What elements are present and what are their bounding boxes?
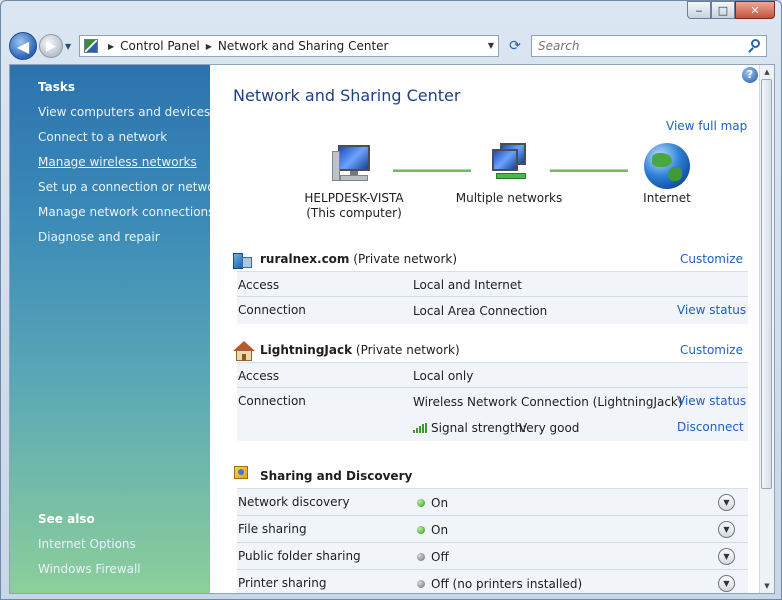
status-on-icon	[417, 526, 425, 534]
see-also-heading: See also	[38, 512, 95, 526]
divider	[237, 387, 748, 388]
network-discovery-status: On	[431, 496, 449, 510]
connection-label: Connection	[238, 394, 306, 408]
content-area: Tasks View computers and devices Connect…	[9, 64, 775, 594]
task-manage-network-connections[interactable]: Manage network connections	[38, 205, 214, 219]
signal-strength-label: Signal strength:	[431, 421, 527, 435]
expand-network-discovery-button[interactable]: ▼	[718, 494, 735, 511]
network-1-header: ruralnex.com (Private network)	[260, 252, 457, 266]
multiple-networks-label: Multiple networks	[455, 191, 563, 205]
home-network-icon	[233, 341, 255, 361]
network-icon	[233, 251, 253, 269]
signal-strength-icon	[413, 423, 427, 433]
divider	[237, 542, 748, 543]
divider	[237, 569, 748, 570]
chevron-right-icon[interactable]: ▶	[108, 42, 114, 51]
connection-value[interactable]: Wireless Network Connection (LightningJa…	[413, 395, 683, 409]
signal-strength-value: Very good	[519, 421, 580, 435]
see-also-windows-firewall[interactable]: Windows Firewall	[38, 562, 141, 576]
computer-name: HELPDESK-VISTA	[304, 191, 404, 205]
breadcrumb-control-panel[interactable]: Control Panel	[120, 39, 200, 53]
printer-sharing-label: Printer sharing	[238, 576, 327, 590]
window: ‒ □ ✕ ◀ ▶ ▼ ▶ Control Panel ▶ Network an…	[0, 0, 782, 600]
scroll-down-icon[interactable]: ▼	[760, 579, 774, 593]
printer-sharing-status: Off (no printers installed)	[431, 577, 583, 591]
address-dropdown-icon[interactable]: ▼	[488, 41, 494, 50]
computer-sublabel: (This computer)	[306, 206, 402, 220]
connection-label: Connection	[238, 303, 306, 317]
computer-icon[interactable]	[332, 145, 372, 185]
connection-value[interactable]: Local Area Connection	[413, 304, 547, 318]
customize-network-1-link[interactable]: Customize	[680, 252, 743, 266]
access-label: Access	[238, 369, 280, 383]
access-label: Access	[238, 278, 280, 292]
expand-file-sharing-button[interactable]: ▼	[718, 521, 735, 538]
breadcrumb-network-and-sharing-center[interactable]: Network and Sharing Center	[218, 39, 389, 53]
view-status-network-2-link[interactable]: View status	[677, 394, 746, 408]
recent-pages-dropdown[interactable]: ▼	[65, 42, 75, 51]
access-value: Local only	[413, 369, 474, 383]
close-button[interactable]: ✕	[735, 1, 775, 19]
network-2-name: LightningJack	[260, 343, 353, 357]
search-input[interactable]	[536, 38, 740, 54]
sharing-icon	[234, 466, 250, 480]
address-bar[interactable]: ▶ Control Panel ▶ Network and Sharing Ce…	[79, 35, 499, 57]
control-panel-icon	[84, 39, 98, 53]
main-pane: ? Network and Sharing Center View full m…	[210, 65, 762, 593]
network-2-type: (Private network)	[355, 343, 460, 357]
internet-label: Internet	[643, 191, 691, 205]
status-off-icon	[417, 580, 425, 588]
view-full-map-link[interactable]: View full map	[666, 119, 747, 133]
tasks-pane: Tasks View computers and devices Connect…	[10, 65, 226, 593]
divider	[237, 296, 748, 297]
page-title: Network and Sharing Center	[233, 86, 461, 105]
sharing-and-discovery-title: Sharing and Discovery	[260, 469, 413, 483]
status-on-icon	[417, 499, 425, 507]
connection-line	[393, 169, 471, 172]
task-view-computers-and-devices[interactable]: View computers and devices	[38, 105, 210, 119]
public-folder-sharing-status: Off	[431, 550, 449, 564]
file-sharing-label: File sharing	[238, 522, 307, 536]
network-2-header: LightningJack (Private network)	[260, 343, 460, 357]
multiple-networks-icon[interactable]	[490, 143, 530, 183]
scrollbar-thumb[interactable]	[761, 79, 772, 489]
expand-printer-sharing-button[interactable]: ▼	[718, 575, 735, 592]
status-off-icon	[417, 553, 425, 561]
divider	[237, 515, 748, 516]
access-value: Local and Internet	[413, 278, 522, 292]
see-also-internet-options[interactable]: Internet Options	[38, 537, 136, 551]
caption-buttons: ‒ □ ✕	[687, 1, 775, 19]
scroll-up-icon[interactable]: ▲	[760, 65, 774, 79]
network-1-name: ruralnex.com	[260, 252, 350, 266]
refresh-icon[interactable]: ⟳	[505, 38, 525, 54]
minimize-button[interactable]: ‒	[687, 1, 711, 19]
task-connect-to-a-network[interactable]: Connect to a network	[38, 130, 167, 144]
task-diagnose-and-repair[interactable]: Diagnose and repair	[38, 230, 160, 244]
search-icon[interactable]	[751, 39, 760, 48]
public-folder-sharing-label: Public folder sharing	[238, 549, 361, 563]
forward-arrow-icon: ▶	[46, 38, 56, 54]
task-manage-wireless-networks[interactable]: Manage wireless networks	[38, 155, 197, 169]
back-arrow-icon: ◀	[16, 36, 30, 56]
chevron-right-icon[interactable]: ▶	[206, 42, 212, 51]
file-sharing-status: On	[431, 523, 449, 537]
network-1-type: (Private network)	[353, 252, 458, 266]
navigation-bar: ◀ ▶ ▼ ▶ Control Panel ▶ Network and Shar…	[9, 31, 775, 61]
back-button[interactable]: ◀	[9, 32, 37, 60]
maximize-button[interactable]: □	[711, 1, 735, 19]
vertical-scrollbar[interactable]: ▲ ▼	[759, 65, 774, 593]
search-box[interactable]	[531, 35, 767, 57]
help-icon[interactable]: ?	[742, 67, 758, 83]
task-set-up-a-connection[interactable]: Set up a connection or network	[38, 180, 226, 194]
tasks-heading: Tasks	[38, 80, 76, 94]
customize-network-2-link[interactable]: Customize	[680, 343, 743, 357]
view-status-network-1-link[interactable]: View status	[677, 303, 746, 317]
connection-line	[550, 169, 628, 172]
computer-label: HELPDESK-VISTA (This computer)	[294, 191, 414, 221]
network-discovery-label: Network discovery	[238, 495, 350, 509]
expand-public-folder-sharing-button[interactable]: ▼	[718, 548, 735, 565]
forward-button[interactable]: ▶	[39, 34, 63, 58]
disconnect-link[interactable]: Disconnect	[677, 420, 744, 434]
internet-globe-icon[interactable]	[644, 143, 690, 189]
